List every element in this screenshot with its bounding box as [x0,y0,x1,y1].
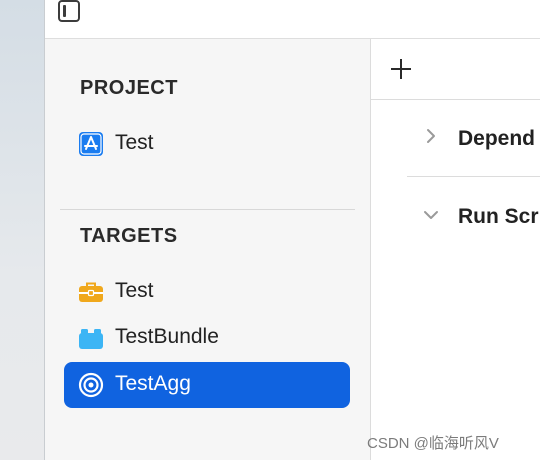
sidebar-toggle-icon[interactable] [58,0,80,22]
project-target-sidebar: PROJECT Test TARGETS Test TestBundle Tes… [45,39,371,460]
sidebar-item-label: Test [115,279,154,302]
sidebar-item-project-test[interactable]: Test [64,121,350,167]
editor-toolbar [371,39,540,100]
sidebar-item-target-testagg[interactable]: TestAgg [64,362,350,408]
watermark-text: CSDN @临海听风V [367,435,499,452]
sidebar-item-target-test[interactable]: Test [64,269,350,315]
project-section-title: PROJECT [80,77,178,99]
toolbar [45,0,540,39]
app-store-icon [79,132,103,156]
sidebar-item-label: TestAgg [115,372,191,395]
target-icon [78,372,104,398]
sidebar-item-label: Test [115,131,154,154]
desktop-background [0,0,45,460]
chevron-down-icon[interactable] [423,207,439,223]
chevron-right-icon[interactable] [423,128,439,144]
build-phases-editor: Depend Run Scr [371,39,540,460]
phase-dependencies-label[interactable]: Depend [458,127,535,151]
sidebar-item-target-testbundle[interactable]: TestBundle [64,315,350,361]
plus-icon[interactable] [389,57,413,81]
toolbox-icon [79,282,103,302]
sidebar-item-label: TestBundle [115,325,219,348]
phase-divider [407,176,540,177]
phase-run-script-label[interactable]: Run Scr [458,205,539,229]
lego-brick-icon [79,329,103,349]
xcode-window: PROJECT Test TARGETS Test TestBundle Tes… [45,0,540,460]
sidebar-divider [60,209,355,210]
targets-section-title: TARGETS [80,225,178,247]
